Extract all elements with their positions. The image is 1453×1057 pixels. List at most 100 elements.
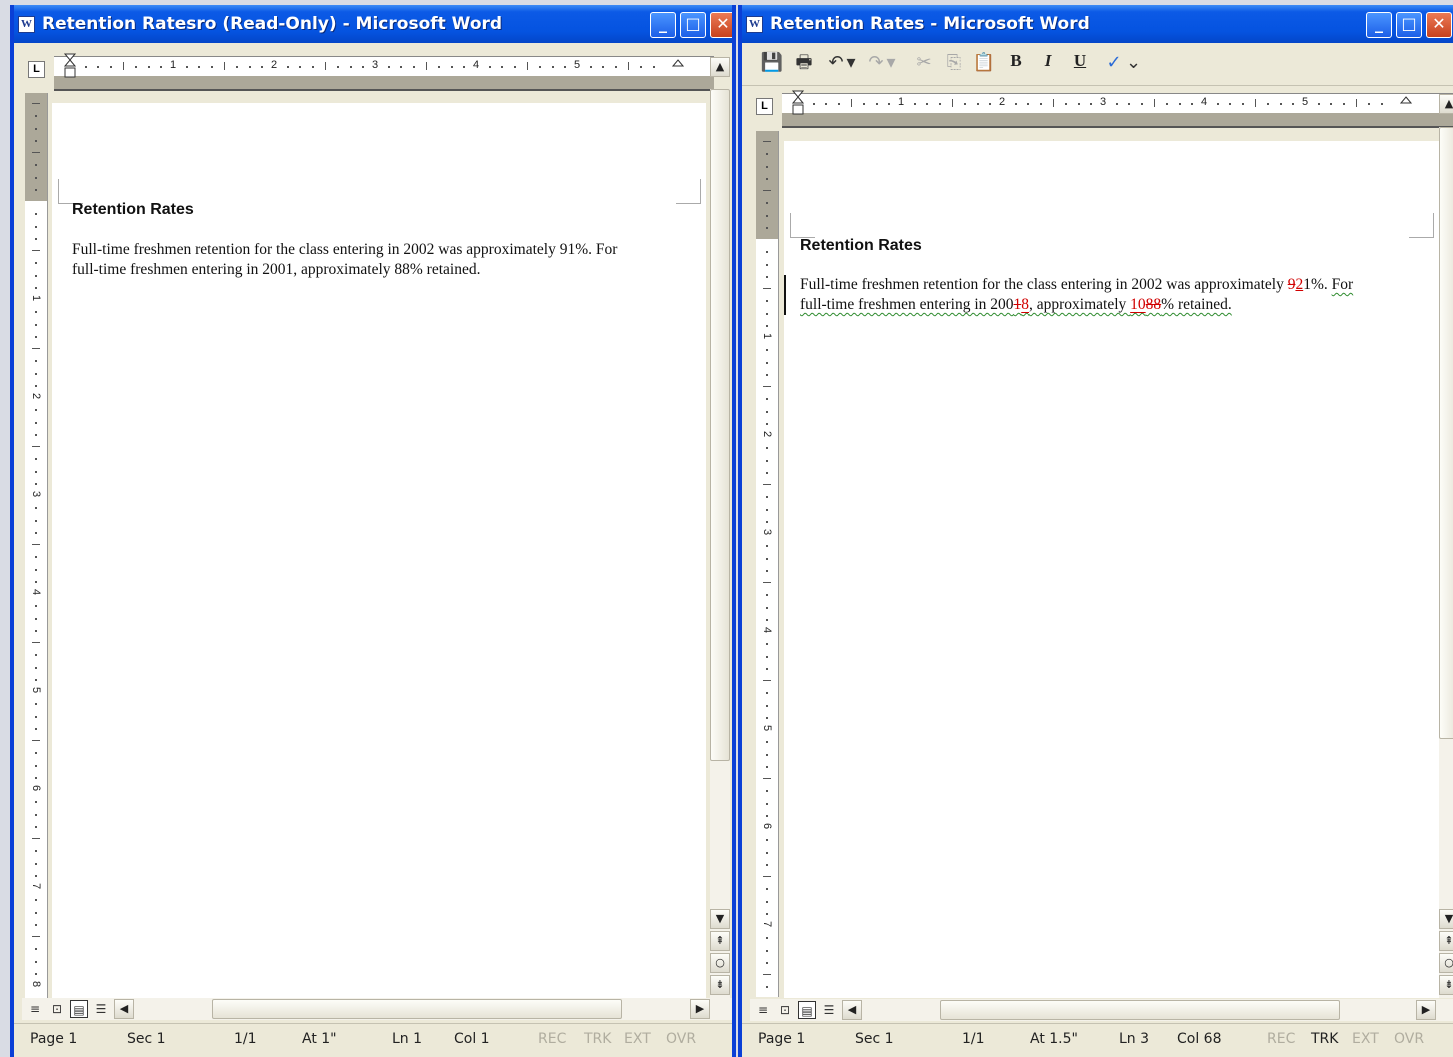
redo-dropdown-icon[interactable]: ▾ xyxy=(884,51,898,75)
horizontal-scroll-thumb[interactable] xyxy=(940,1000,1340,1020)
vertical-scrollbar[interactable]: ▼ ⇞ ○ ⇟ xyxy=(710,89,730,998)
vruler-tick xyxy=(35,372,37,375)
status-column: Col 68 xyxy=(1177,1031,1222,1047)
next-page-button[interactable]: ⇟ xyxy=(710,975,730,995)
ruler-tick xyxy=(185,66,188,68)
vertical-scrollbar[interactable]: ▼ ⇞ ○ ⇟ xyxy=(1439,127,1453,998)
scroll-up-button[interactable]: ▲ xyxy=(710,57,730,77)
normal-view-icon[interactable]: ≡ xyxy=(26,1000,44,1018)
scroll-right-button[interactable]: ▶ xyxy=(1416,1000,1436,1020)
scroll-up-button[interactable]: ▲ xyxy=(1439,94,1453,114)
ruler-tick xyxy=(311,66,314,68)
normal-view-icon[interactable]: ≡ xyxy=(754,1001,772,1019)
undo-dropdown-icon[interactable]: ▾ xyxy=(844,51,858,75)
ruler-tick xyxy=(463,66,466,68)
outline-view-icon[interactable]: ☰ xyxy=(92,1000,110,1018)
outline-view-icon[interactable]: ☰ xyxy=(820,1001,838,1019)
tab-selector-icon[interactable]: L xyxy=(756,98,773,115)
select-browse-object-button[interactable]: ○ xyxy=(710,953,730,973)
next-page-button[interactable]: ⇟ xyxy=(1439,975,1453,995)
scroll-down-button[interactable]: ▼ xyxy=(1439,909,1453,929)
scroll-left-button[interactable]: ◀ xyxy=(114,999,134,1019)
indent-marker-icon[interactable] xyxy=(64,53,76,79)
status-trk[interactable]: TRK xyxy=(1311,1031,1338,1047)
document-page[interactable]: Retention Rates Full-time freshmen reten… xyxy=(52,103,706,998)
italic-button[interactable]: I xyxy=(1036,51,1060,75)
select-browse-object-button[interactable]: ○ xyxy=(1439,953,1453,973)
vruler-tick xyxy=(35,764,37,767)
right-indent-marker-icon[interactable] xyxy=(1400,90,1412,116)
status-rec[interactable]: REC xyxy=(1267,1031,1295,1047)
title-bar[interactable]: W Retention Ratesro (Read-Only) - Micros… xyxy=(14,5,732,43)
window-readonly: W Retention Ratesro (Read-Only) - Micros… xyxy=(10,5,736,1057)
vruler-number: 5 xyxy=(761,724,773,732)
vruler-tick xyxy=(32,250,40,251)
status-ovr[interactable]: OVR xyxy=(666,1031,696,1047)
print-icon[interactable]: 🖶 xyxy=(792,51,816,75)
status-ovr[interactable]: OVR xyxy=(1394,1031,1424,1047)
previous-page-button[interactable]: ⇞ xyxy=(710,931,730,951)
spelling-grammar-icon[interactable]: ✓ xyxy=(1102,51,1126,75)
close-button[interactable]: ✕ xyxy=(710,12,732,38)
bold-button[interactable]: B xyxy=(1004,51,1028,75)
status-ext[interactable]: EXT xyxy=(624,1031,651,1047)
title-bar[interactable]: W Retention Rates - Microsoft Word _ □ ✕ xyxy=(742,5,1453,43)
ruler-tick xyxy=(488,66,491,68)
ruler-margin-bar xyxy=(54,76,714,91)
horizontal-scrollbar-area[interactable]: ≡ ⊡ ▤ ☰ ◀ ▶ xyxy=(750,999,1453,1021)
previous-page-button[interactable]: ⇞ xyxy=(1439,931,1453,951)
vruler-tick xyxy=(32,348,40,349)
status-trk[interactable]: TRK xyxy=(584,1031,611,1047)
status-ext[interactable]: EXT xyxy=(1352,1031,1379,1047)
ruler-number: 5 xyxy=(573,59,581,71)
vruler-number: 5 xyxy=(30,686,42,694)
underline-button[interactable]: U xyxy=(1068,51,1092,75)
scroll-right-button[interactable]: ▶ xyxy=(690,999,710,1019)
copy-icon[interactable]: ⎘ xyxy=(942,51,966,75)
vertical-scroll-thumb[interactable] xyxy=(710,89,730,761)
print-layout-view-icon[interactable]: ▤ xyxy=(798,1001,816,1019)
vertical-scroll-thumb[interactable] xyxy=(1439,127,1453,739)
horizontal-scroll-thumb[interactable] xyxy=(212,999,622,1019)
print-layout-view-icon[interactable]: ▤ xyxy=(70,1000,88,1018)
ruler-half-mark xyxy=(223,62,225,70)
vertical-ruler[interactable]: 1 2 3 4 5 6 7 xyxy=(756,131,779,997)
tab-selector-icon[interactable]: L xyxy=(28,61,45,78)
horizontal-ruler[interactable]: L ▲ 1 2 3 4 5 xyxy=(14,49,730,91)
word-app-icon[interactable]: W xyxy=(746,16,763,33)
right-indent-marker-icon[interactable] xyxy=(672,53,684,79)
maximize-button[interactable]: □ xyxy=(680,12,706,38)
minimize-button[interactable]: _ xyxy=(650,12,676,38)
document-heading: Retention Rates xyxy=(72,201,194,218)
save-icon[interactable]: 💾 xyxy=(760,51,784,75)
vruler-tick xyxy=(766,165,768,168)
vruler-number: 6 xyxy=(761,822,773,830)
vertical-ruler[interactable]: 1 2 3 4 5 6 7 8 xyxy=(25,93,48,998)
ruler-tick xyxy=(1027,103,1030,105)
toolbar-options-icon[interactable]: ⌄ xyxy=(1126,51,1141,75)
status-rec[interactable]: REC xyxy=(538,1031,566,1047)
cut-icon[interactable]: ✂ xyxy=(912,51,936,75)
vruler-tick xyxy=(35,470,37,473)
horizontal-ruler[interactable]: L ▲ 1 2 3 4 5 xyxy=(742,86,1453,128)
vruler-tick xyxy=(35,776,37,779)
scroll-down-button[interactable]: ▼ xyxy=(710,909,730,929)
vruler-number: 4 xyxy=(761,626,773,634)
horizontal-scrollbar-area[interactable]: ≡ ⊡ ▤ ☰ ◀ ▶ xyxy=(22,998,732,1020)
document-page[interactable]: Retention Rates Full-time freshmen reten… xyxy=(784,141,1439,998)
web-layout-view-icon[interactable]: ⊡ xyxy=(776,1001,794,1019)
scroll-left-button[interactable]: ◀ xyxy=(842,1000,862,1020)
ruler-number: 4 xyxy=(1200,96,1208,108)
word-app-icon[interactable]: W xyxy=(18,16,35,33)
paste-icon[interactable]: 📋 xyxy=(972,51,996,75)
web-layout-view-icon[interactable]: ⊡ xyxy=(48,1000,66,1018)
vruler-tick xyxy=(766,447,768,450)
ruler-tick xyxy=(863,103,866,105)
minimize-button[interactable]: _ xyxy=(1366,12,1392,38)
ruler-half-mark xyxy=(1153,99,1155,107)
indent-marker-icon[interactable] xyxy=(792,90,804,116)
close-button[interactable]: ✕ xyxy=(1426,12,1452,38)
vruler-tick xyxy=(766,753,768,756)
vruler-tick xyxy=(35,360,37,363)
maximize-button[interactable]: □ xyxy=(1396,12,1422,38)
